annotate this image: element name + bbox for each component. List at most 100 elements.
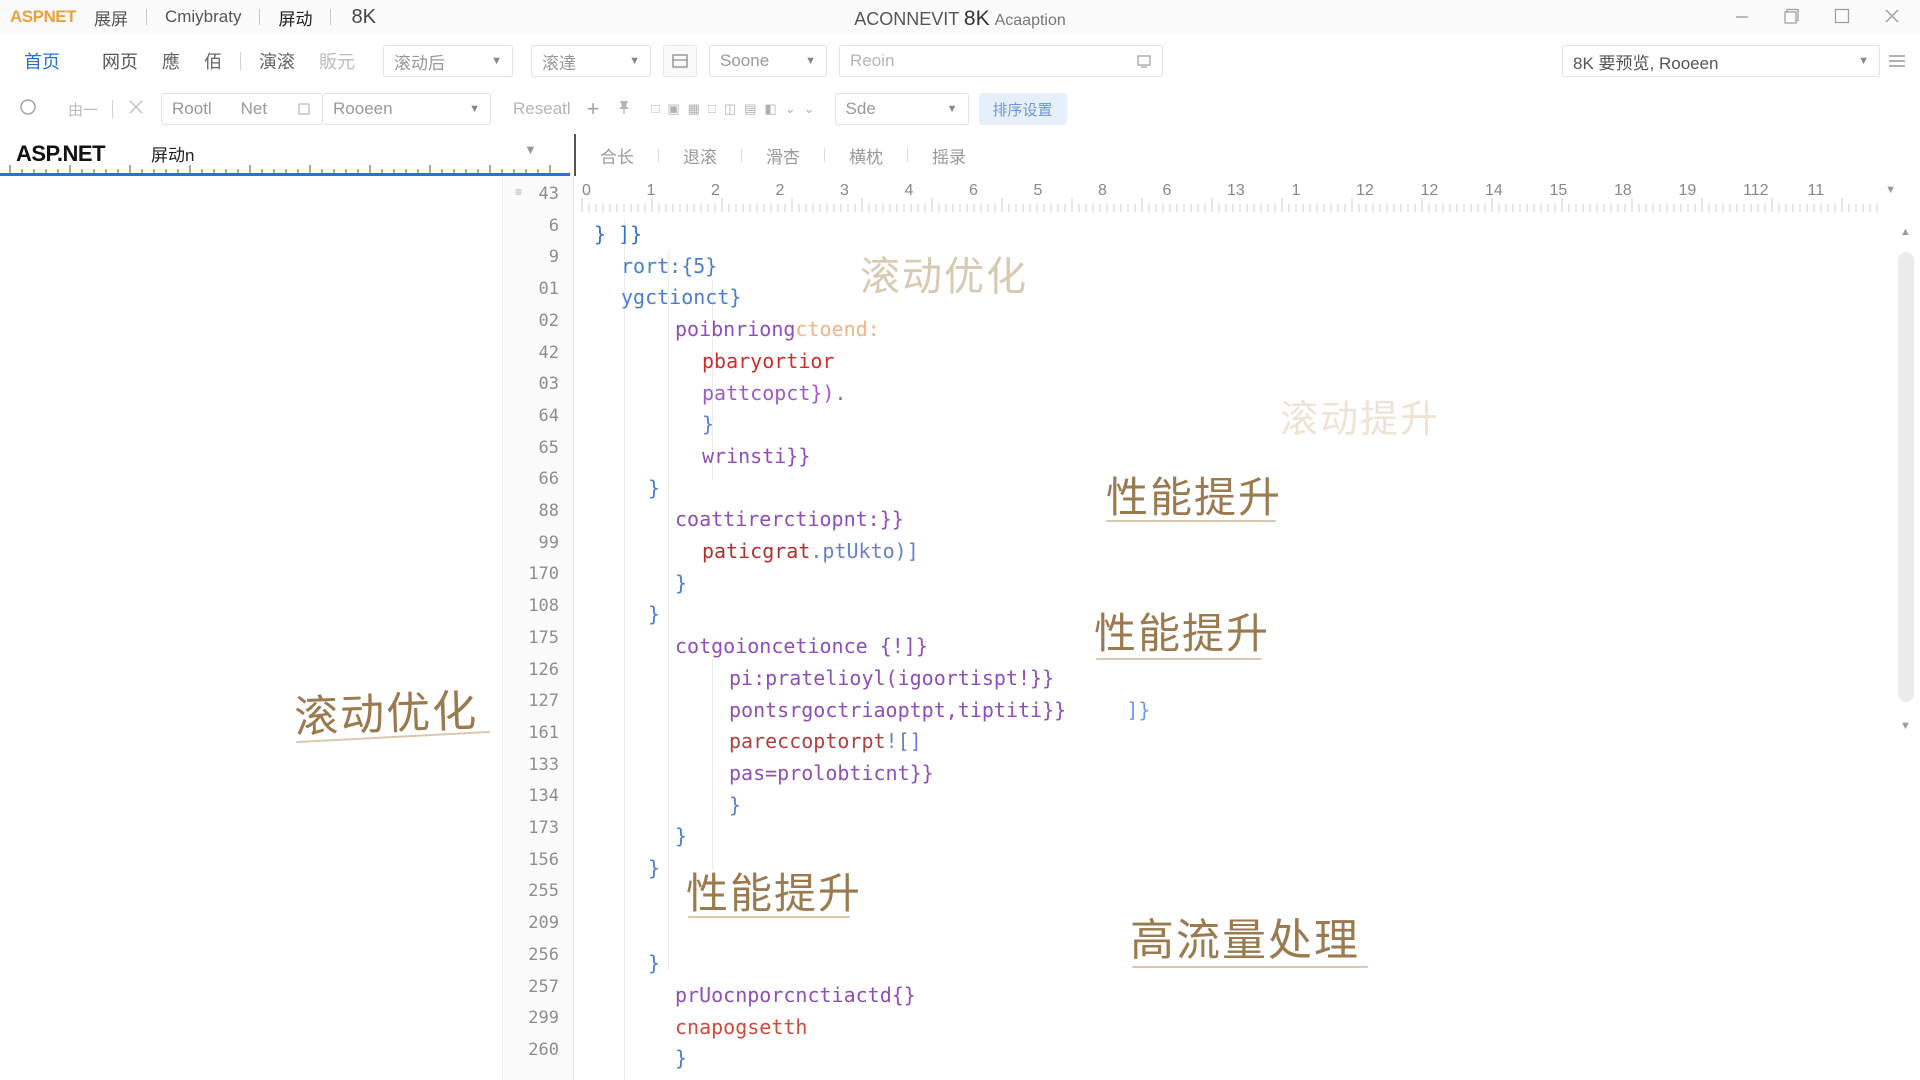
ruler-number: 112	[1743, 182, 1769, 199]
code-line[interactable]: prUocnporcnctiactd{}	[675, 983, 916, 1007]
screen-icon	[1137, 55, 1151, 68]
app-logo[interactable]: ASPNET	[10, 7, 76, 27]
code-token: }	[675, 824, 688, 849]
recent-button[interactable]: Reseatl	[505, 99, 579, 119]
code-line[interactable]: }	[675, 571, 687, 595]
root-net-group[interactable]: Rootl Net	[161, 93, 324, 125]
scrollbar-thumb[interactable]	[1898, 252, 1914, 702]
speed-dropdown[interactable]: 滚達 ▼	[531, 45, 651, 77]
panel-ruler	[9, 165, 551, 173]
chevron-down-icon[interactable]: ⌄	[804, 101, 815, 117]
scroll-mode-dropdown[interactable]: 滚动后 ▼	[383, 45, 513, 77]
tab-web[interactable]: 网页	[90, 48, 150, 74]
window-title-prefix: ACONNEVIT	[854, 9, 959, 29]
code-editor[interactable]: 滚动优化 滚动提升 性能提升 性能提升 性能提升 高流量处理 } ]} rort:…	[578, 220, 1892, 1080]
code-line[interactable]: }	[648, 476, 660, 500]
menu-item-scroll[interactable]: 屏动	[278, 5, 312, 30]
code-line[interactable]: cotgoioncetionce {!]}	[675, 634, 928, 658]
code-line[interactable]: }	[702, 412, 714, 436]
code-line[interactable]: pattcopct}).	[702, 381, 847, 405]
cut-icon[interactable]	[119, 98, 153, 121]
code-line[interactable]: }	[675, 1046, 687, 1070]
code-line[interactable]: cnapogsetth	[675, 1015, 807, 1039]
tab-home[interactable]: 首页	[12, 48, 72, 74]
grid-icon[interactable]: ▦	[688, 101, 700, 117]
code-token: }	[648, 951, 661, 976]
close-icon[interactable]	[1882, 4, 1902, 28]
maximize-icon[interactable]	[1832, 4, 1852, 28]
code-line[interactable]: }	[648, 856, 660, 880]
line-number: 01	[538, 279, 559, 300]
scene-dropdown[interactable]: Soone ▼	[709, 45, 827, 77]
hamburger-menu-icon[interactable]	[1880, 54, 1914, 68]
layout-icon[interactable]	[663, 45, 697, 77]
ruler-number: 8	[1098, 182, 1107, 199]
menu-item-screen[interactable]: 展屏	[94, 5, 128, 30]
code-line[interactable]: coattirerctiopnt:}}	[675, 507, 904, 531]
code-line[interactable]: pi:pratelioyl(igoortispt!}}	[729, 666, 1054, 690]
format-icons: □ ▣ ▦ □ ◫ ▤ ◧ ⌄ ⌄	[652, 101, 815, 117]
side-dropdown[interactable]: Sde ▼	[834, 93, 969, 125]
align-icon[interactable]: ◧	[764, 101, 776, 117]
scroll-down-icon[interactable]: ▼	[1900, 720, 1911, 732]
tab-more[interactable]: 販元	[307, 48, 367, 74]
tab-scroll[interactable]: 演滚	[247, 48, 307, 74]
scene-value: Soone	[720, 51, 770, 70]
code-line[interactable]: poibnriongctoend:	[675, 317, 880, 341]
code-line[interactable]: ygctionct}	[621, 285, 741, 309]
ruler-number: 18	[1614, 182, 1632, 199]
minimize-icon[interactable]	[1732, 4, 1752, 28]
frame-icon[interactable]: ▣	[667, 101, 679, 117]
pin-icon[interactable]	[608, 99, 640, 120]
code-line[interactable]: pas=prolobticnt}}	[729, 761, 934, 785]
line-number: 03	[538, 374, 559, 395]
editor-tab[interactable]: 合长	[576, 143, 658, 168]
split-icon[interactable]: ◫	[724, 101, 736, 117]
preview-select[interactable]: 8K 要预览, Rooeen ▼	[1562, 45, 1880, 77]
code-line[interactable]: paticgrat.ptUkto)]	[702, 539, 919, 563]
editor-tab[interactable]: 滑杏	[742, 143, 824, 168]
tab-ying[interactable]: 應	[150, 48, 192, 74]
table-icon[interactable]: ▤	[744, 101, 756, 117]
menu-item-library[interactable]: Cmiybraty	[165, 7, 242, 27]
square-icon[interactable]: □	[708, 101, 716, 117]
line-number: 127	[528, 691, 559, 712]
code-token: pareccoptorpt	[729, 729, 886, 754]
restore-icon[interactable]	[1782, 4, 1802, 28]
box-icon[interactable]: □	[652, 101, 660, 117]
chevron-down-icon: ▼	[805, 55, 816, 67]
code-line[interactable]: }	[675, 824, 687, 848]
tab-bai[interactable]: 佰	[192, 48, 234, 74]
editor-tab[interactable]: 摇录	[908, 143, 990, 168]
add-icon[interactable]: +	[579, 96, 608, 122]
refresh-icon[interactable]	[10, 97, 46, 122]
editor-tab[interactable]: 横枕	[825, 143, 907, 168]
annotation-performance-boost-3: 性能提升	[686, 869, 863, 918]
code-line[interactable]: pontsrgoctriaoptpt,tiptiti}} ]}	[729, 698, 1150, 722]
chevron-down-icon[interactable]: ▼	[524, 142, 537, 157]
code-line[interactable]: pbaryortior	[702, 349, 834, 373]
code-token: ygctionct}	[621, 285, 742, 310]
code-line[interactable]: } ]}	[594, 222, 642, 246]
code-line[interactable]: }	[729, 793, 741, 817]
code-line[interactable]: wrinsti}}	[702, 444, 810, 468]
scroll-up-icon[interactable]: ▲	[1900, 226, 1911, 238]
code-line[interactable]: }	[648, 951, 660, 975]
region-input[interactable]: Reoin	[839, 45, 1163, 77]
editor-tab[interactable]: 退滚	[659, 143, 741, 168]
sort-settings-button[interactable]: 排序设置	[978, 93, 1067, 125]
net-label: Net	[240, 99, 268, 118]
ruler-number: 11	[1807, 182, 1825, 199]
vertical-scrollbar[interactable]: ▲ ▼	[1892, 220, 1918, 1080]
chevron-down-icon[interactable]: ⌄	[785, 101, 796, 117]
source-dropdown[interactable]: Rooeen ▼	[323, 93, 492, 125]
ruler-number: 3	[840, 182, 849, 199]
code-line[interactable]: pareccoptorpt![]	[729, 729, 922, 753]
chevron-down-icon[interactable]: ▼	[1885, 184, 1896, 196]
code-line[interactable]: rort:{5}	[621, 254, 717, 278]
code-line[interactable]: }	[648, 602, 660, 626]
undo-button[interactable]: 由一	[60, 99, 106, 120]
collapse-icon[interactable]: ≡	[515, 185, 522, 199]
indent-guide	[712, 660, 713, 870]
panel-subtitle[interactable]: 屏动n	[151, 141, 194, 166]
